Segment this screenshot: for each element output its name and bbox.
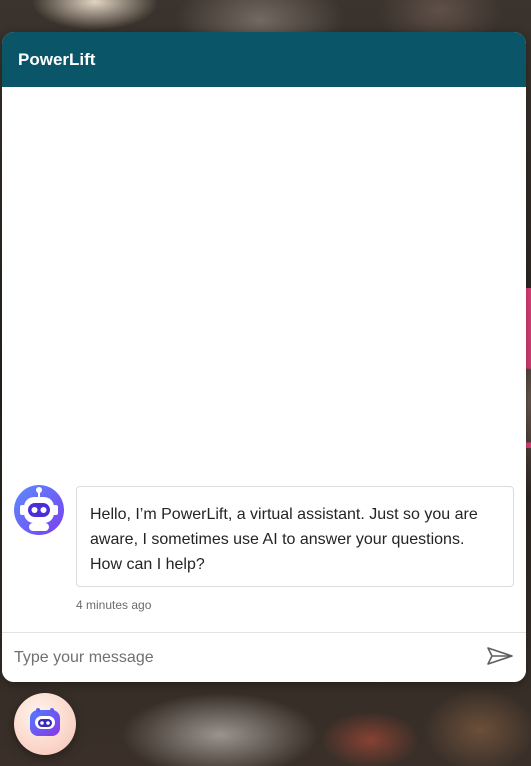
chat-launcher-button[interactable] <box>14 693 76 755</box>
send-icon <box>486 646 514 671</box>
message-timestamp: 4 minutes ago <box>76 598 152 612</box>
message-transcript[interactable]: Hello, I’m PowerLift, a virtual assistan… <box>2 87 526 632</box>
bot-message-bubble: Hello, I’m PowerLift, a virtual assistan… <box>76 486 514 587</box>
chat-window: PowerLift Hello, I’m PowerLift, a virtua… <box>2 32 526 682</box>
robot-launcher-icon <box>29 707 61 742</box>
message-input[interactable] <box>2 633 472 682</box>
chat-title: PowerLift <box>18 49 96 69</box>
robot-avatar-icon <box>14 485 64 535</box>
chat-header: PowerLift <box>2 32 526 87</box>
send-button[interactable] <box>484 645 516 671</box>
message-composer <box>2 632 526 682</box>
